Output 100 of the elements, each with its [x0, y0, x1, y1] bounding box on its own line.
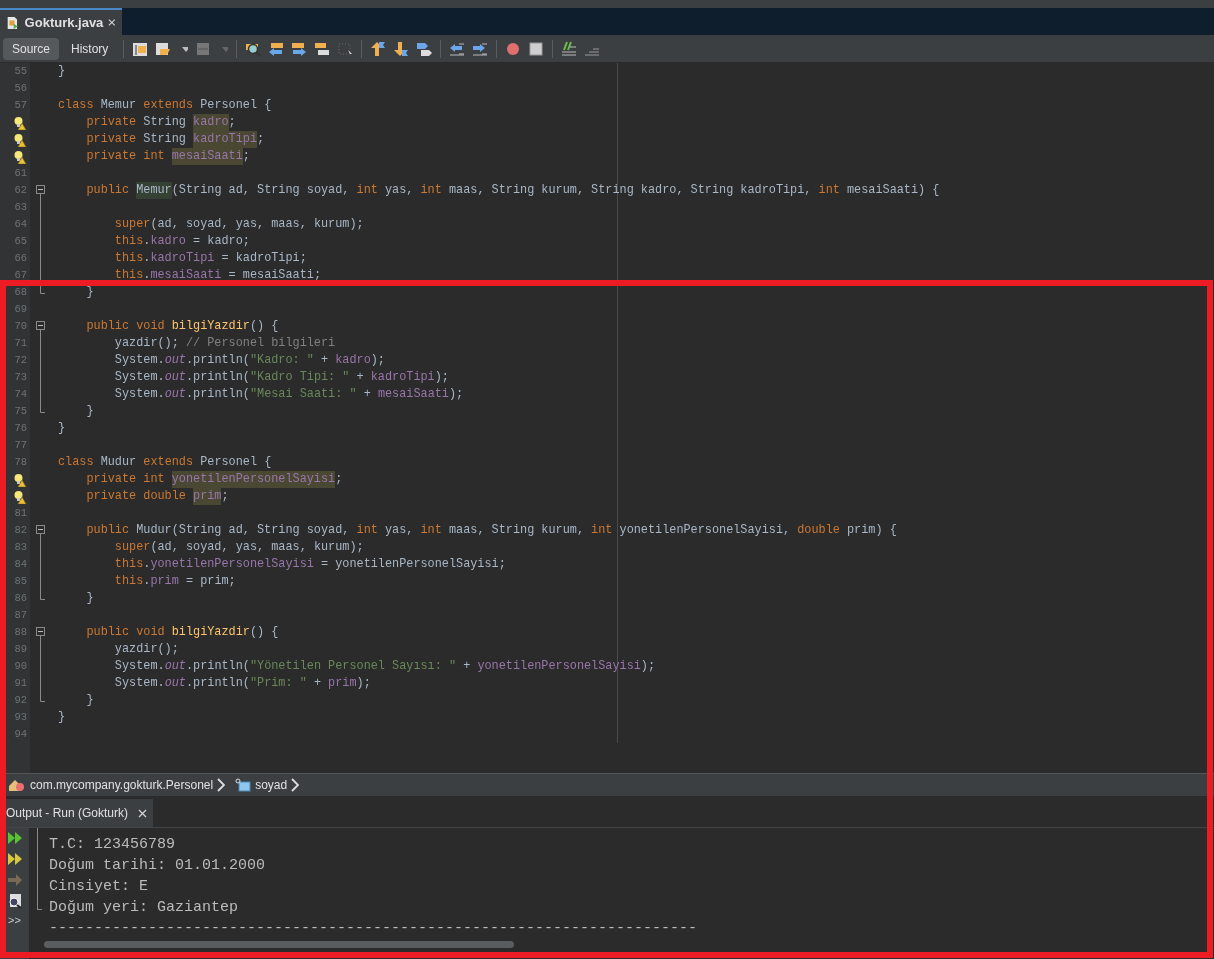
code-text: ;: [257, 131, 265, 148]
code-text: ;: [242, 148, 250, 165]
line-number: 74: [14, 386, 27, 402]
keyword: super: [113, 539, 151, 556]
code-text: String: [143, 131, 187, 148]
field-icon: [235, 778, 252, 792]
field-name: prim: [150, 573, 179, 590]
keyword: int: [420, 182, 443, 199]
settings-icon[interactable]: [6, 893, 23, 909]
code-comment: // Personel bilgileri: [185, 335, 336, 352]
line-number: 85: [14, 573, 27, 589]
code-text: .println(: [185, 386, 250, 403]
line-number: 57: [14, 97, 27, 113]
record-icon[interactable]: [505, 40, 522, 57]
rerun-options-icon[interactable]: [6, 851, 23, 867]
line-number: 78: [14, 454, 27, 470]
find-previous-icon[interactable]: [268, 40, 285, 57]
code-text: = kadro;: [192, 233, 250, 250]
warning-bulb-icon[interactable]: [13, 472, 27, 487]
code-text: );: [640, 658, 656, 675]
fold-icon[interactable]: [36, 627, 45, 636]
static-field: out: [164, 352, 186, 369]
line-number: 84: [14, 556, 27, 572]
shift-left-icon[interactable]: [449, 40, 466, 57]
code-text: System.: [113, 369, 165, 386]
chevron-icon: [217, 778, 226, 792]
field-name: mesaiSaati: [377, 386, 449, 403]
back-icon[interactable]: [155, 40, 172, 57]
keyword: this: [113, 267, 144, 284]
highlight-toggle-icon[interactable]: [314, 40, 331, 57]
view-tab[interactable]: Source: [3, 37, 60, 60]
toggle-bookmark-icon[interactable]: [416, 40, 433, 57]
code-text: () {: [249, 318, 279, 335]
code-text: Mudur: [100, 454, 138, 471]
fold-icon[interactable]: [36, 185, 45, 194]
code-text: String: [143, 114, 187, 131]
warning-bulb-icon[interactable]: [13, 149, 27, 164]
field-name: kadro: [150, 233, 186, 250]
code-text: = kadroTipi;: [220, 250, 307, 267]
warning-bulb-icon[interactable]: [13, 489, 27, 504]
line-number: 87: [14, 607, 27, 623]
line-number: 63: [14, 199, 27, 215]
view-tab[interactable]: History: [62, 37, 118, 60]
highlighted-field: kadro: [193, 114, 229, 131]
keyword: public: [85, 522, 131, 539]
line-number: 82: [14, 522, 27, 538]
code-text: (String ad, String soyad,: [171, 182, 351, 199]
line-number: 67: [14, 267, 27, 283]
keyword: int: [420, 522, 443, 539]
java-file-icon: [6, 14, 20, 31]
code-text: System.: [113, 675, 165, 692]
breadcrumb-item[interactable]: soyad: [255, 776, 288, 794]
code-text: );: [356, 675, 371, 692]
code-text: (ad, soyad, yas, maas, kurum);: [150, 539, 364, 556]
code-text: Mudur(String ad, String soyad,: [136, 522, 351, 539]
console-line: ------------------------------------------------------------------------: [49, 919, 698, 939]
line-number: 91: [14, 675, 27, 691]
code-text: = yonetilenPersonelSayisi;: [320, 556, 506, 573]
fold-icon[interactable]: [36, 321, 45, 330]
code-text: yas,: [384, 182, 415, 199]
code-text: +: [312, 675, 322, 692]
editor-tab[interactable]: Gokturk.java: [0, 8, 122, 35]
shift-right-icon[interactable]: [472, 40, 489, 57]
comment-icon[interactable]: [561, 40, 578, 57]
highlighted-field: kadroTipi: [193, 131, 258, 148]
stop-icon[interactable]: [528, 40, 545, 57]
breadcrumb-item[interactable]: com.mycompany.gokturk.Personel: [30, 776, 214, 794]
tab-title: Gokturk.java: [24, 13, 104, 32]
code-text: }: [85, 590, 94, 607]
static-field: out: [164, 658, 186, 675]
field-name: kadroTipi: [150, 250, 215, 267]
code-text: }: [58, 63, 66, 80]
keyword: int: [591, 522, 614, 539]
line-number: 86: [14, 590, 27, 606]
chevron-icon: [291, 778, 300, 792]
line-number: 76: [14, 420, 27, 436]
highlighted-field: mesaiSaati: [171, 148, 243, 165]
keyword: this: [113, 556, 144, 573]
next-bookmark-icon[interactable]: [393, 40, 410, 57]
warning-bulb-icon[interactable]: [13, 115, 27, 130]
console-line: T.C: 123456789: [49, 835, 176, 855]
close-icon[interactable]: [138, 808, 148, 818]
close-icon[interactable]: [108, 18, 116, 27]
previous-bookmark-icon[interactable]: [370, 40, 387, 57]
rerun-icon[interactable]: [6, 830, 23, 846]
code-text: ;: [228, 114, 236, 131]
find-next-icon[interactable]: [291, 40, 308, 57]
warning-bulb-icon[interactable]: [13, 132, 27, 147]
keyword: int: [356, 522, 379, 539]
more-button[interactable]: >>: [8, 914, 21, 926]
field-name: kadro: [335, 352, 371, 369]
code-text: (ad, soyad, yas, maas, kurum);: [150, 216, 364, 233]
line-number: 94: [14, 726, 27, 742]
last-edit-icon[interactable]: [132, 40, 149, 57]
keyword: private int: [85, 148, 166, 165]
fold-icon[interactable]: [36, 525, 45, 534]
scrollbar-thumb[interactable]: [44, 941, 514, 948]
line-number: 64: [14, 216, 27, 232]
static-field: out: [164, 386, 186, 403]
code-text: Personel {: [200, 454, 272, 471]
